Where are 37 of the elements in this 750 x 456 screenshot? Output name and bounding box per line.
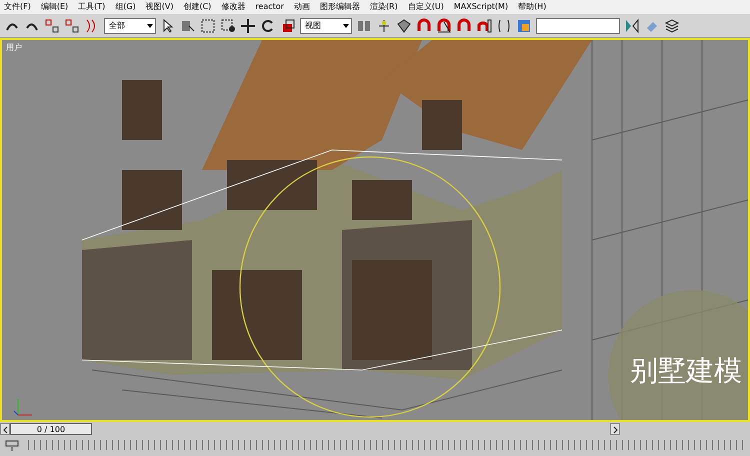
key-filter-icon[interactable] xyxy=(4,439,20,451)
unlink-icon[interactable] xyxy=(64,18,80,34)
snap-magnet-icon[interactable] xyxy=(416,18,432,34)
menu-item[interactable]: 帮助(H) xyxy=(518,1,546,13)
caption-text: 别墅建模 xyxy=(630,353,742,389)
move-icon[interactable] xyxy=(240,18,256,34)
viewport[interactable]: 用户 别墅建模 xyxy=(0,38,750,422)
menu-item[interactable]: 编辑(E) xyxy=(40,1,68,13)
menu-item[interactable]: 自定义(U) xyxy=(408,1,444,13)
menu-item[interactable]: 视图(V) xyxy=(146,1,174,13)
selection-filter-dropdown[interactable]: 全部 xyxy=(104,18,156,34)
selection-region-icon[interactable] xyxy=(200,18,216,34)
menu-item[interactable]: 文件(F) xyxy=(4,1,31,13)
menu-item[interactable]: 创建(C) xyxy=(183,1,212,13)
window-crossing-icon[interactable] xyxy=(220,18,236,34)
keyboard-shortcut-icon[interactable] xyxy=(396,18,412,34)
menu-item[interactable]: 修改器 xyxy=(221,1,246,13)
next-frame-icon[interactable] xyxy=(610,423,620,435)
percent-snap-icon[interactable] xyxy=(456,18,472,34)
spinner-snap-icon[interactable] xyxy=(476,18,492,34)
menu-item[interactable]: 动画 xyxy=(294,1,310,13)
scale-icon[interactable] xyxy=(280,18,296,34)
menu-item[interactable]: MAXScript(M) xyxy=(454,1,508,13)
menu-item[interactable]: 组(G) xyxy=(115,1,136,13)
coordinate-system-dropdown[interactable]: 视图 xyxy=(300,18,352,34)
previous-frame-icon[interactable] xyxy=(0,423,10,435)
menu-item[interactable]: 渲染(R) xyxy=(370,1,398,13)
menu-item[interactable]: reactor xyxy=(255,1,284,13)
link-icon[interactable] xyxy=(44,18,60,34)
menu-item[interactable]: 工具(T) xyxy=(78,1,106,13)
manipulate-icon[interactable] xyxy=(376,18,392,34)
named-selection-dropdown[interactable] xyxy=(536,18,620,34)
layers-icon[interactable] xyxy=(664,18,680,34)
angle-snap-icon[interactable] xyxy=(436,18,452,34)
mirror-icon[interactable] xyxy=(624,18,640,34)
time-slider-thumb[interactable]: 0 / 100 xyxy=(10,423,92,435)
menu-item[interactable]: 图形编辑器 xyxy=(320,1,360,13)
